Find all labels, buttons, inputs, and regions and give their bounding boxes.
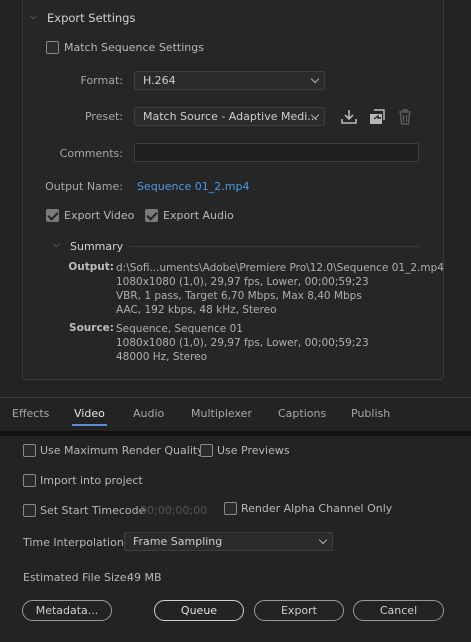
summary-output-line: AAC, 192 kbps, 48 kHz, Stereo (116, 304, 277, 316)
summary-divider (129, 246, 420, 247)
preset-label: Preset: (84, 110, 123, 123)
export-button[interactable]: Export (254, 600, 344, 621)
format-label: Format: (80, 74, 123, 87)
preset-select[interactable]: Match Source - Adaptive Medi... (134, 107, 325, 126)
time-interpolation-select[interactable]: Frame Sampling (124, 532, 333, 551)
estimated-size-label: Estimated File Size: (23, 571, 131, 584)
tab-audio[interactable]: Audio (133, 407, 164, 420)
start-timecode-input[interactable]: 00;00;00;00 (140, 504, 207, 517)
active-tab-indicator (72, 424, 107, 426)
summary-output-line: VBR, 1 pass, Target 6,70 Mbps, Max 8,40 … (116, 290, 362, 302)
summary-output-line: 1080x1080 (1,0), 29,97 fps, Lower, 00;00… (116, 276, 369, 288)
export-video-label: Export Video (64, 209, 135, 222)
settings-tabs: Effects Video Audio Multiplexer Captions… (0, 397, 471, 427)
save-preset-icon[interactable] (340, 108, 358, 126)
set-start-timecode-checkbox[interactable] (23, 504, 36, 517)
format-select[interactable]: H.264 (134, 71, 325, 90)
summary-output: d:\Sofi...uments\Adobe\Premiere Pro\12.0… (116, 261, 444, 317)
comments-input[interactable] (134, 143, 419, 162)
chevron-down-icon (318, 535, 328, 545)
summary-source-line: Sequence, Sequence 01 (116, 323, 243, 335)
time-interpolation-label: Time Interpolation: (23, 536, 128, 549)
summary-source: Sequence, Sequence 01 1080x1080 (1,0), 2… (116, 322, 369, 364)
output-name-link[interactable]: Sequence 01_2.mp4 (137, 180, 249, 193)
use-previews-checkbox[interactable] (200, 444, 213, 457)
set-start-timecode-label: Set Start Timecode (40, 504, 146, 517)
tab-multiplexer[interactable]: Multiplexer (191, 407, 252, 420)
tab-effects[interactable]: Effects (12, 407, 49, 420)
delete-preset-icon[interactable] (397, 108, 413, 126)
export-settings-title: Export Settings (47, 11, 136, 25)
summary-output-line: d:\Sofi...uments\Adobe\Premiere Pro\12.0… (116, 262, 444, 274)
summary-chevron-down-icon[interactable]: ⌵ (53, 240, 60, 250)
chevron-down-icon (310, 74, 320, 84)
time-interpolation-value: Frame Sampling (133, 535, 223, 548)
output-name-label: Output Name: (45, 180, 123, 193)
tab-publish[interactable]: Publish (351, 407, 390, 420)
queue-button[interactable]: Queue (154, 600, 244, 621)
import-into-project-label: Import into project (40, 474, 143, 487)
format-value: H.264 (143, 74, 176, 87)
render-alpha-label: Render Alpha Channel Only (241, 502, 393, 515)
preset-value: Match Source - Adaptive Medi... (143, 110, 318, 123)
import-into-project-checkbox[interactable] (23, 474, 36, 487)
chevron-down-icon[interactable]: ⌵ (30, 12, 37, 22)
import-preset-icon[interactable] (368, 108, 386, 126)
max-render-quality-label: Use Maximum Render Quality (40, 444, 204, 457)
comments-label: Comments: (59, 147, 123, 160)
metadata-button[interactable]: Metadata... (22, 600, 112, 621)
match-sequence-checkbox[interactable] (46, 41, 59, 54)
export-audio-label: Export Audio (163, 209, 234, 222)
max-render-quality-checkbox[interactable] (23, 444, 36, 457)
tab-video[interactable]: Video (74, 407, 105, 420)
cancel-button[interactable]: Cancel (353, 600, 444, 621)
render-alpha-checkbox[interactable] (224, 502, 237, 515)
summary-source-line: 1080x1080 (1,0), 29,97 fps, Lower, 00;00… (116, 337, 369, 349)
summary-source-line: 48000 Hz, Stereo (116, 351, 208, 363)
summary-output-label: Output: (68, 261, 114, 273)
estimated-size-value: 49 MB (127, 571, 162, 584)
summary-source-label: Source: (69, 322, 114, 334)
export-audio-checkbox[interactable] (145, 209, 158, 222)
match-sequence-label: Match Sequence Settings (64, 41, 204, 54)
panel-separator (0, 431, 471, 436)
use-previews-label: Use Previews (217, 444, 290, 457)
summary-title: Summary (70, 240, 124, 253)
tab-captions[interactable]: Captions (278, 407, 326, 420)
export-video-checkbox[interactable] (46, 209, 59, 222)
